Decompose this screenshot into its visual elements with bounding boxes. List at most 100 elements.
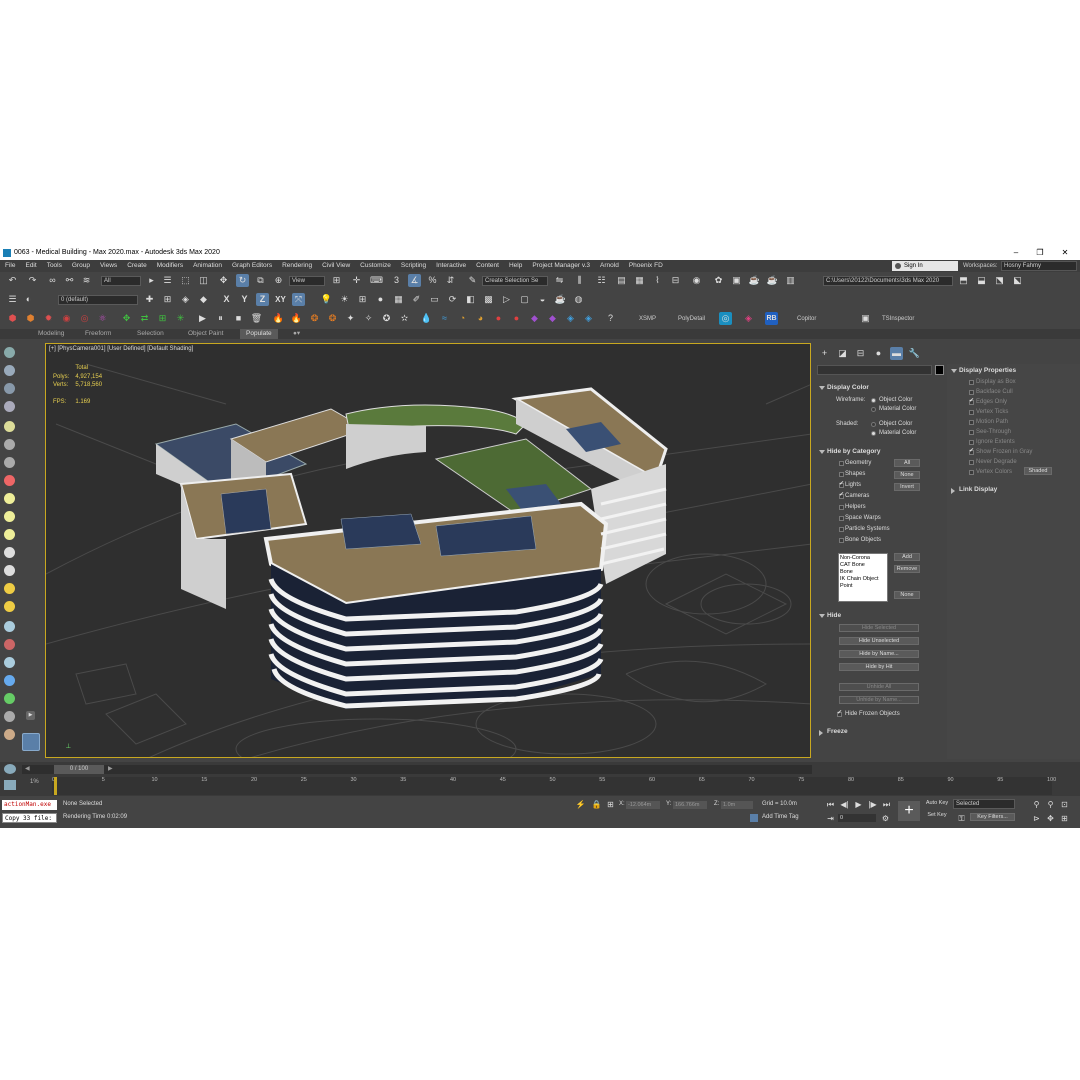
time-slider-thumb[interactable]: 0 / 100 (54, 765, 104, 774)
menu-rendering[interactable]: Rendering (277, 260, 317, 272)
add-to-layer-icon[interactable]: ✚ (143, 293, 156, 306)
schematic-view-icon[interactable]: ⊟ (669, 274, 682, 287)
menu-create[interactable]: Create (122, 260, 152, 272)
unhide-by-name-button[interactable]: Unhide by Name... (839, 696, 919, 704)
scene-explorer-icon[interactable]: ☷ (595, 274, 608, 287)
menu-file[interactable]: File (0, 260, 20, 272)
yellow-box-icon[interactable] (4, 493, 15, 504)
create-tab-icon[interactable]: + (818, 347, 831, 360)
viewport-label[interactable]: [+] [PhysCamera001] [User Defined] [Defa… (49, 346, 193, 352)
keyboard-shortcut-icon[interactable]: ⌨ (370, 274, 383, 287)
rotate-icon[interactable]: ↻ (236, 274, 249, 287)
layers-icon[interactable]: ☰ (6, 293, 19, 306)
menu-modifiers[interactable]: Modifiers (152, 260, 188, 272)
time-config-icon[interactable]: ⚙ (879, 812, 892, 825)
sun-light-icon[interactable] (4, 583, 15, 594)
maximize-button[interactable]: ❐ (1028, 246, 1052, 260)
curve-editor-icon[interactable]: ⌇ (651, 274, 664, 287)
grid2-icon[interactable]: ▩ (482, 293, 495, 306)
menu-views[interactable]: Views (95, 260, 122, 272)
move-green-icon[interactable]: ✥ (120, 312, 133, 325)
cloud-icon[interactable] (4, 347, 15, 358)
grid-icon[interactable]: ⊞ (356, 293, 369, 306)
zoom-extents-icon[interactable]: ⊡ (1058, 798, 1071, 811)
axis-xy-button[interactable]: XY (274, 293, 287, 306)
refresh-icon[interactable]: ⟳ (446, 293, 459, 306)
workspace-dropdown[interactable]: Hosny Fahmy (1001, 261, 1077, 271)
shape-icon[interactable]: ◒ (536, 293, 549, 306)
menu-graph-editors[interactable]: Graph Editors (227, 260, 277, 272)
water2-icon[interactable]: ≈ (438, 312, 451, 325)
phoenix-tool2-icon[interactable]: ✧ (362, 312, 375, 325)
hide-selected-button[interactable]: Hide Selected (839, 624, 919, 632)
pivot-center-icon[interactable]: ⊞ (330, 274, 343, 287)
trackbar-key-icon[interactable]: 1% (30, 779, 39, 785)
link-icon[interactable]: ∞ (46, 274, 59, 287)
pause-button[interactable]: ⏸ (214, 312, 227, 325)
slider-left-arrow[interactable]: ◀ (25, 765, 30, 774)
light-bulb-icon[interactable]: 💡 (320, 293, 333, 306)
key-selection-dropdown[interactable]: Selected (953, 799, 1015, 809)
phoenix-tool3-icon[interactable]: ✪ (380, 312, 393, 325)
display-prop-checkbox[interactable] (969, 440, 974, 445)
list-item[interactable]: IK Chain Object (840, 576, 886, 583)
category-remove-button[interactable]: Remove (894, 565, 920, 573)
category-listbox[interactable]: Non-Corona CAT Bone Bone IK Chain Object… (838, 553, 888, 602)
display-prop-checkbox[interactable] (969, 390, 974, 395)
axis-x-button[interactable]: X (220, 293, 233, 306)
display-prop-checkbox[interactable] (969, 460, 974, 465)
sphere-icon[interactable]: ● (374, 293, 387, 306)
list-item[interactable]: Non-Corona (840, 555, 886, 562)
category-add-button[interactable]: Add (894, 553, 920, 561)
category-checkbox[interactable] (839, 491, 844, 499)
menu-customize[interactable]: Customize (355, 260, 396, 272)
red-dot2-icon[interactable]: ● (510, 312, 523, 325)
layer-visibility-icon[interactable]: ◐ (22, 293, 35, 306)
liquid-icon[interactable]: ◔ (456, 312, 469, 325)
named-selection-dropdown[interactable]: Create Selection Se (482, 276, 548, 286)
pan-icon[interactable]: ✥ (1044, 812, 1057, 825)
hide-invert-button[interactable]: Invert (894, 483, 920, 491)
menu-phoenix-fd[interactable]: Phoenix FD (624, 260, 668, 272)
modify-tab-icon[interactable]: ◪ (836, 347, 849, 360)
display-prop-checkbox[interactable] (969, 420, 974, 425)
gear-red-icon[interactable]: ✹ (42, 312, 55, 325)
layer-dropdown[interactable]: 0 (default) (58, 295, 138, 305)
mirror-icon[interactable]: ⇋ (553, 274, 566, 287)
next-frame-icon[interactable]: |▶ (866, 798, 879, 811)
angle-snap-icon[interactable]: ∡ (408, 274, 421, 287)
select-by-name-icon[interactable]: ☰ (161, 274, 174, 287)
star-green-icon[interactable]: ✳ (174, 312, 187, 325)
menu-scripting[interactable]: Scripting (396, 260, 431, 272)
rendered-frame-icon[interactable]: ▣ (730, 274, 743, 287)
wireframe-object-color-radio[interactable] (871, 398, 876, 403)
align-icon[interactable]: ⫼ (573, 274, 586, 287)
project-set-icon[interactable]: ⬓ (975, 274, 988, 287)
category-checkbox[interactable] (839, 516, 844, 521)
set-key-plus-icon[interactable]: + (898, 801, 920, 821)
atom-icon[interactable]: ⚛ (96, 312, 109, 325)
cube-orange-icon[interactable]: ⬢ (24, 312, 37, 325)
copitor-button[interactable]: Copitor (797, 316, 816, 322)
unhide-all-button[interactable]: Unhide All (839, 683, 919, 691)
audio-icon[interactable] (4, 457, 15, 468)
teapot-icon[interactable]: ☕ (554, 293, 567, 306)
display-color-rollout[interactable]: Display Color (815, 383, 943, 393)
maxscript-input[interactable]: Copy 33 file: (2, 813, 57, 823)
display-prop-checkbox[interactable] (969, 447, 974, 455)
display-prop-checkbox[interactable] (969, 430, 974, 435)
cube-red-icon[interactable]: ⬢ (6, 312, 19, 325)
fill-icon[interactable]: ◧ (464, 293, 477, 306)
minimize-button[interactable]: – (1004, 246, 1028, 260)
spinner-snap-icon[interactable]: ⇵ (444, 274, 457, 287)
tab-selection[interactable]: Selection (137, 329, 164, 339)
display-prop-checkbox[interactable] (969, 470, 974, 475)
rect-selection-icon[interactable]: ⬚ (179, 274, 192, 287)
hide-rollout[interactable]: Hide (815, 611, 943, 621)
key-filter-icon[interactable]: ⚿ (955, 812, 968, 825)
close-button[interactable]: ✕ (1053, 246, 1077, 260)
category-checkbox[interactable] (839, 480, 844, 488)
display-prop-checkbox[interactable] (969, 410, 974, 415)
transform-mode-icon[interactable]: ⊞ (604, 798, 617, 811)
hide-all-button[interactable]: All (894, 459, 920, 467)
